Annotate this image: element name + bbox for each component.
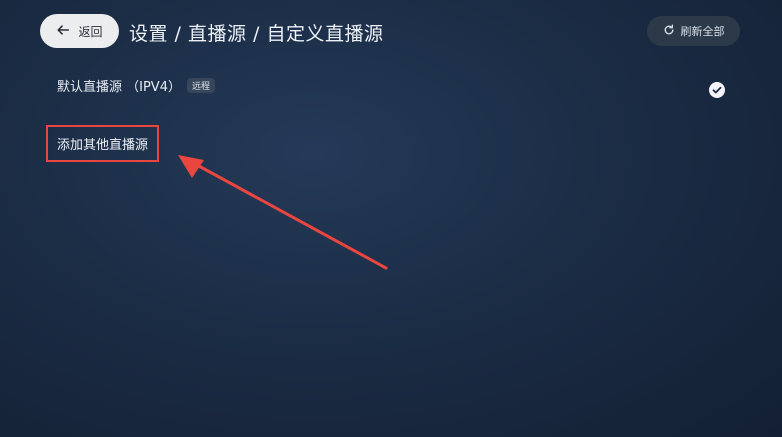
refresh-all-button[interactable]: 刷新全部 <box>647 16 740 46</box>
refresh-icon <box>663 23 675 39</box>
add-source-button[interactable]: 添加其他直播源 <box>46 125 159 162</box>
arrow-left-icon <box>56 23 70 40</box>
back-button-label: 返回 <box>78 24 103 39</box>
source-badge: 远程 <box>187 78 216 93</box>
source-label: 默认直播源 （IPV4） <box>57 80 181 95</box>
annotation-arrow <box>178 155 388 270</box>
breadcrumb: 设置 / 直播源 / 自定义直播源 <box>129 23 384 45</box>
source-item-default[interactable]: 默认直播源 （IPV4） 远程 <box>46 70 740 108</box>
refresh-all-label: 刷新全部 <box>680 25 725 38</box>
back-button[interactable]: 返回 <box>40 14 119 48</box>
check-circle-icon <box>709 82 725 98</box>
add-source-label: 添加其他直播源 <box>57 138 149 153</box>
